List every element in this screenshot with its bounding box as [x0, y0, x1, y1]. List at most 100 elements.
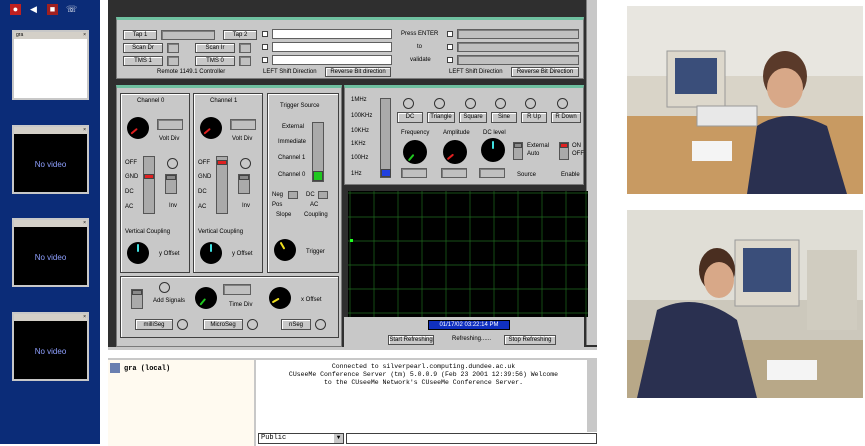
reverse-bit-button[interactable]: Reverse Bit Direction	[511, 67, 579, 77]
wave-dc-button[interactable]: DC	[397, 112, 423, 123]
bit-checkbox[interactable]	[447, 31, 453, 37]
inv-switch[interactable]	[238, 174, 250, 194]
chat-input[interactable]	[346, 433, 597, 444]
stop-refreshing-button[interactable]: Stop Refreshing	[504, 335, 556, 345]
wave-rup-button[interactable]: R Up	[521, 112, 547, 123]
frequency-field[interactable]	[401, 168, 427, 178]
source-switch[interactable]	[513, 142, 523, 160]
bit-checkbox[interactable]	[262, 44, 268, 50]
close-icon[interactable]: ×	[83, 220, 86, 227]
remote-video-window[interactable]: × No video	[12, 125, 89, 194]
dc-level-knob[interactable]	[481, 138, 505, 162]
remote-video-window[interactable]: × No video	[12, 218, 89, 287]
add-signals-switch[interactable]	[131, 289, 143, 309]
nsec-button[interactable]: nSeg	[281, 319, 311, 330]
volt-div-field[interactable]	[157, 119, 183, 130]
bit-checkbox[interactable]	[447, 44, 453, 50]
bit-checkbox[interactable]	[262, 57, 268, 63]
y-offset-knob[interactable]	[127, 242, 149, 264]
gnd-label: GND	[125, 174, 139, 180]
bit-checkbox[interactable]	[447, 57, 453, 63]
wave-rdown-button[interactable]: R Down	[551, 112, 581, 123]
tms0-field[interactable]	[239, 56, 251, 66]
channel-select[interactable]: Public ▼	[258, 433, 344, 444]
frequency-knob[interactable]	[403, 140, 427, 164]
enable-switch[interactable]	[559, 142, 569, 160]
x-offset-knob[interactable]	[269, 287, 291, 309]
instrument-app: Tap 1 Tap 2 Scan Dr Scan Ir TMS 1 TMS 0 …	[108, 0, 597, 350]
local-video-window[interactable]: gra ×	[12, 30, 89, 100]
coupling-slider[interactable]	[216, 156, 228, 214]
source-label: Source	[517, 172, 537, 178]
tap1-button[interactable]: Tap 1	[123, 30, 157, 40]
y-offset-knob[interactable]	[200, 242, 222, 264]
add-signals-label: Add Signals	[153, 298, 186, 304]
scan-dr-field[interactable]	[167, 43, 179, 53]
on-label: ON	[572, 143, 581, 149]
time-div-field[interactable]	[223, 284, 251, 295]
data-output	[457, 29, 579, 39]
scan-ir-button[interactable]: Scan Ir	[195, 43, 235, 53]
data-input[interactable]	[272, 29, 392, 39]
off-label: OFF	[198, 160, 210, 166]
inv-switch[interactable]	[165, 174, 177, 194]
wave-sine-button[interactable]: Sine	[491, 112, 517, 123]
bit-checkbox[interactable]	[262, 31, 268, 37]
x-offset-label: x Offset	[301, 297, 322, 303]
dc-level-field[interactable]	[479, 168, 505, 178]
phone-icon[interactable]: ☏	[66, 4, 77, 15]
tms0-button[interactable]: TMS 0	[195, 56, 235, 66]
volt-div-knob[interactable]	[127, 117, 149, 139]
channel-value: Public	[261, 434, 287, 442]
tms1-button[interactable]: TMS 1	[123, 56, 163, 66]
volt-div-knob[interactable]	[200, 117, 222, 139]
wave-triangle-button[interactable]: Triangle	[427, 112, 455, 123]
exit-icon[interactable]: ■	[47, 4, 58, 15]
freq-range-slider[interactable]	[380, 98, 391, 178]
nsec-indicator	[315, 319, 326, 330]
person-icon[interactable]: ●	[10, 4, 21, 15]
dc-level-label: DC level	[483, 130, 506, 136]
no-video-label: No video	[34, 253, 67, 262]
data-input[interactable]	[272, 42, 392, 52]
wave-indicator	[434, 98, 445, 109]
timestamp-display: 01/17/02 03:22:14 PM	[428, 320, 510, 330]
chat-scrollbar[interactable]	[587, 360, 597, 432]
amplitude-knob[interactable]	[443, 140, 467, 164]
coupling-slider[interactable]	[143, 156, 155, 214]
neg-label: Neg	[272, 192, 284, 198]
chevron-down-icon[interactable]: ▼	[334, 434, 343, 443]
tap1-field[interactable]	[161, 30, 215, 40]
start-refreshing-button[interactable]: Start Refreshing	[388, 335, 434, 345]
tap2-button[interactable]: Tap 2	[223, 30, 257, 40]
signal-generator: 1MHz 100KHz 10KHz 1KHz 100Hz 1Hz DC Tria…	[344, 85, 584, 185]
amplitude-field[interactable]	[441, 168, 467, 178]
scan-ir-field[interactable]	[239, 43, 251, 53]
time-div-knob[interactable]	[195, 287, 217, 309]
trigger-source-slider[interactable]	[312, 122, 324, 182]
scan-dr-button[interactable]: Scan Dr	[123, 43, 163, 53]
slope-switch[interactable]	[288, 191, 298, 199]
microsec-button[interactable]: MicroSeg	[203, 319, 243, 330]
data-input[interactable]	[272, 55, 392, 65]
wave-square-button[interactable]: Square	[459, 112, 487, 123]
millisec-button[interactable]: milliSeg	[135, 319, 173, 330]
reverse-bit-button[interactable]: Reverse Bit direction	[325, 67, 391, 77]
close-icon[interactable]: ×	[83, 314, 86, 321]
speaker-icon[interactable]: ◀	[28, 4, 39, 15]
scope-footer: 01/17/02 03:22:14 PM Start Refreshing Re…	[344, 317, 584, 347]
participant-name[interactable]: gra (local)	[124, 365, 170, 373]
ac-label: AC	[310, 202, 319, 208]
horizontal-scrollbar[interactable]	[108, 347, 597, 350]
remote-video-window[interactable]: × No video	[12, 312, 89, 381]
close-icon[interactable]: ×	[83, 32, 86, 39]
y-offset-label: y Offset	[159, 251, 180, 257]
trigger-coupling-switch[interactable]	[318, 191, 328, 199]
volt-div-field[interactable]	[230, 119, 256, 130]
dc-label: DC	[198, 189, 207, 195]
tms1-field[interactable]	[167, 56, 179, 66]
off-label: OFF	[125, 160, 137, 166]
freq-range-label: 100Hz	[351, 155, 369, 161]
trigger-knob[interactable]	[274, 239, 296, 261]
close-icon[interactable]: ×	[83, 127, 86, 134]
